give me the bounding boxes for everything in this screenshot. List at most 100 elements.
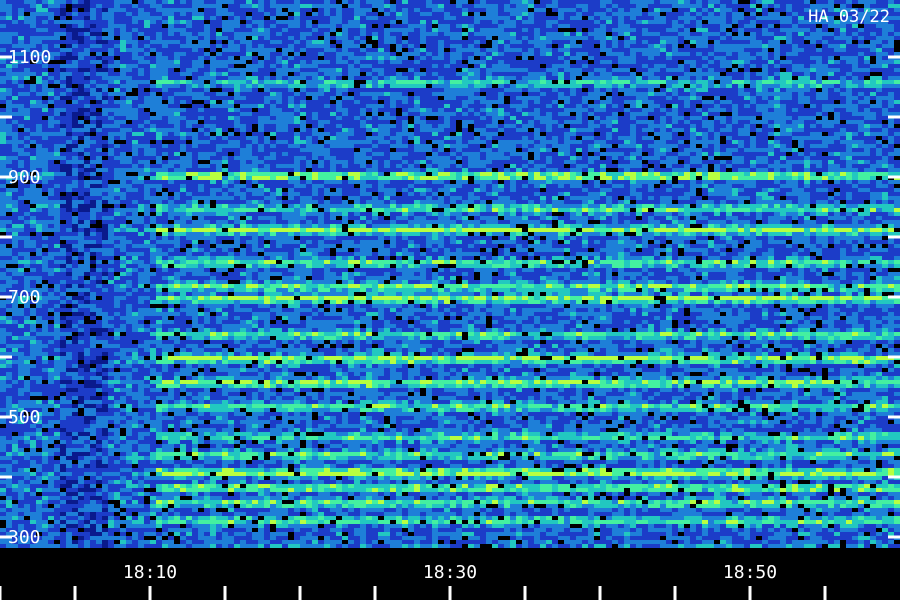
heat-cell — [702, 96, 708, 100]
heat-cell — [36, 84, 42, 88]
heat-cell — [18, 100, 24, 104]
heat-cell — [60, 52, 66, 56]
heat-cell — [750, 40, 756, 44]
heat-cell — [642, 56, 648, 60]
heat-cell — [816, 48, 822, 52]
heat-cell — [60, 92, 66, 96]
heat-cell — [462, 120, 468, 124]
heat-cell — [162, 4, 168, 8]
heat-cell — [648, 32, 654, 36]
heat-cell — [654, 72, 660, 76]
heat-cell — [426, 68, 432, 72]
heat-cell — [342, 56, 348, 60]
heat-cell — [858, 88, 864, 92]
heat-cell — [456, 20, 462, 24]
heat-cell — [324, 24, 330, 28]
heat-cell — [294, 64, 300, 68]
heat-cell — [96, 64, 102, 68]
heat-cell — [510, 24, 516, 28]
heat-cell — [636, 48, 642, 52]
heat-cell — [180, 88, 186, 92]
heat-cell — [258, 120, 264, 124]
heat-cell — [234, 44, 240, 48]
heat-cell — [132, 104, 138, 108]
heat-cell — [138, 20, 144, 24]
heat-cell — [162, 84, 168, 88]
heat-cell — [540, 112, 546, 116]
heat-cell — [588, 36, 594, 40]
heat-cell — [390, 28, 396, 32]
heat-cell — [720, 120, 726, 124]
heat-cell — [720, 60, 726, 64]
heat-cell — [84, 128, 90, 132]
heat-cell — [324, 128, 330, 132]
heat-cell — [390, 96, 396, 100]
heat-cell — [378, 120, 384, 124]
heat-cell — [360, 16, 366, 20]
heat-cell — [48, 72, 54, 76]
heat-cell — [372, 8, 378, 12]
heat-cell — [84, 116, 90, 120]
heat-cell — [420, 128, 426, 132]
heat-cell — [390, 100, 396, 104]
heat-cell — [126, 40, 132, 44]
heat-cell — [252, 128, 258, 132]
heat-cell — [144, 68, 150, 72]
heat-cell — [798, 104, 804, 108]
heat-cell — [432, 120, 438, 124]
heat-cell — [186, 52, 192, 56]
heat-cell — [360, 20, 366, 24]
heat-cell — [210, 40, 216, 44]
heat-cell — [504, 24, 510, 28]
heat-cell — [300, 52, 306, 56]
heat-cell — [138, 104, 144, 108]
heat-cell — [360, 112, 366, 116]
heat-cell — [306, 112, 312, 116]
heat-cell — [348, 44, 354, 48]
heat-cell — [276, 4, 282, 8]
heat-cell — [546, 112, 552, 116]
heat-cell — [648, 40, 654, 44]
heat-cell — [90, 104, 96, 108]
heat-cell — [492, 124, 498, 128]
heat-cell — [36, 40, 42, 44]
heat-cell — [432, 72, 438, 76]
heat-cell — [588, 116, 594, 120]
heat-cell — [486, 4, 492, 8]
heat-cell — [498, 16, 504, 20]
heat-cell — [444, 20, 450, 24]
heat-cell — [252, 88, 258, 92]
heat-cell — [672, 32, 678, 36]
heat-cell — [216, 56, 222, 60]
heat-cell — [594, 20, 600, 24]
heat-cell — [588, 16, 594, 20]
heat-cell — [120, 120, 126, 124]
heat-cell — [702, 68, 708, 72]
heat-cell — [696, 80, 702, 84]
heat-cell — [126, 68, 132, 72]
heat-cell — [618, 40, 624, 44]
heat-cell — [576, 124, 582, 128]
heat-cell — [582, 56, 588, 60]
heat-cell — [492, 108, 498, 112]
heat-cell — [504, 36, 510, 40]
heat-cell — [534, 92, 540, 96]
heat-cell — [438, 44, 444, 48]
heat-cell — [618, 60, 624, 64]
heat-cell — [690, 116, 696, 120]
heat-cell — [168, 8, 174, 12]
heat-cell — [102, 48, 108, 52]
heat-cell — [462, 76, 468, 80]
heat-cell — [726, 8, 732, 12]
heat-cell — [762, 100, 768, 104]
heat-cell — [102, 64, 108, 68]
heat-cell — [492, 8, 498, 12]
heat-cell — [78, 16, 84, 20]
heat-cell — [48, 24, 54, 28]
heat-cell — [96, 80, 102, 84]
heat-cell — [78, 40, 84, 44]
heat-cell — [84, 56, 90, 60]
heat-cell — [342, 80, 348, 84]
heat-cell — [360, 40, 366, 44]
heat-cell — [120, 4, 126, 8]
